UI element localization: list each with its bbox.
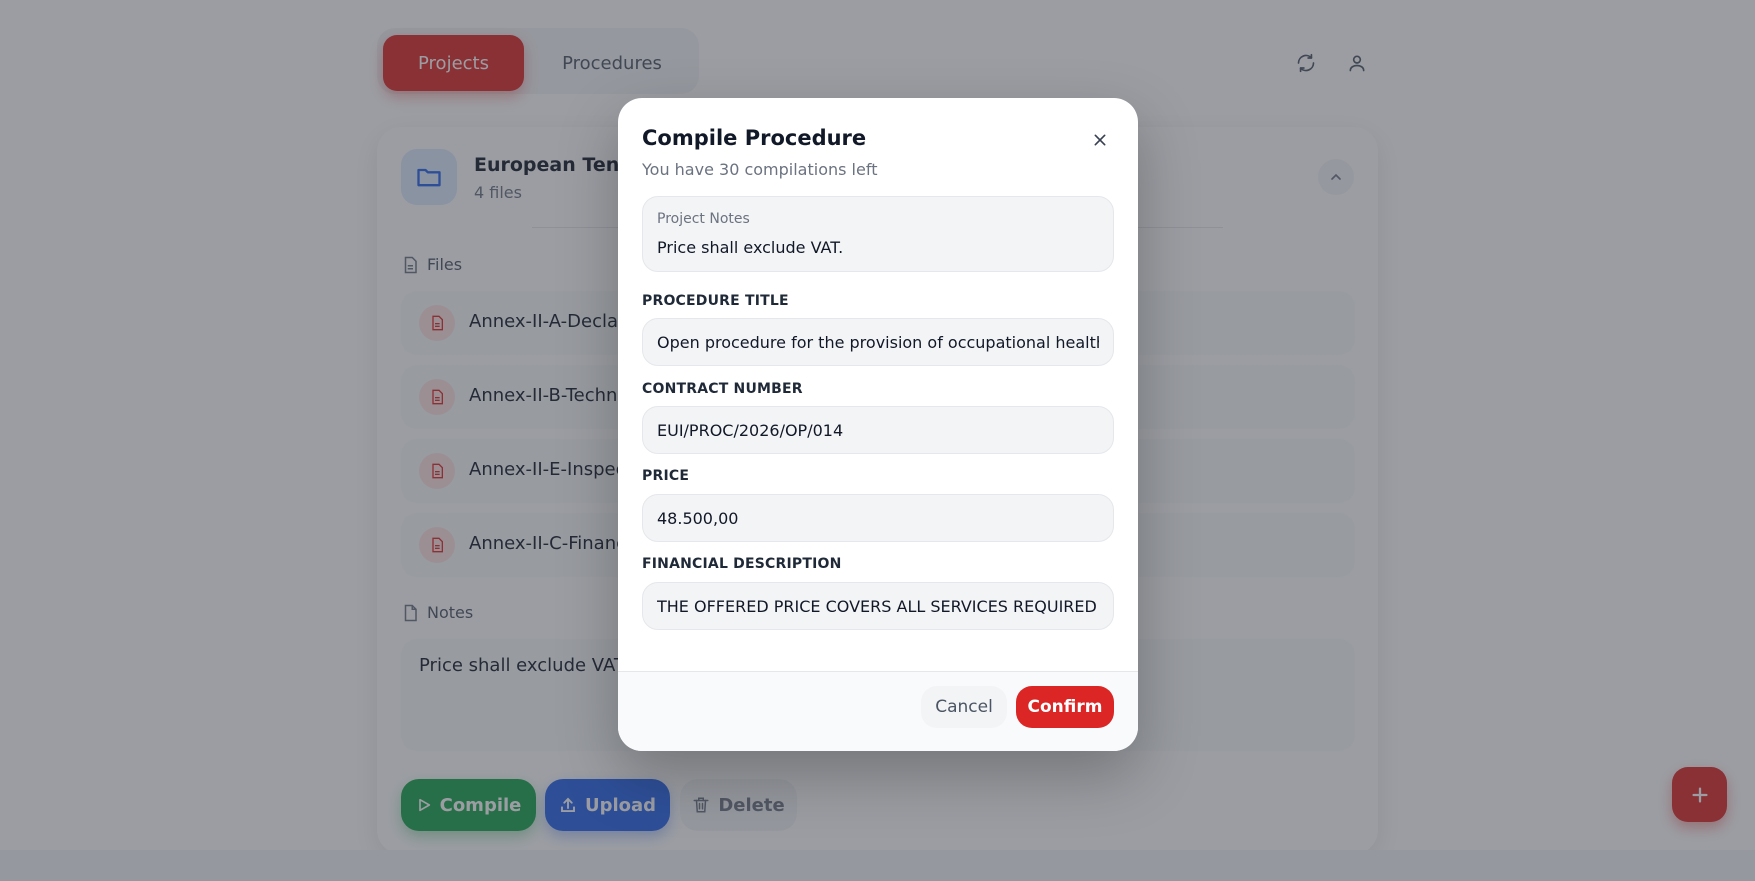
- confirm-button[interactable]: Confirm: [1016, 686, 1114, 728]
- price-label: PRICE: [642, 468, 690, 484]
- dialog-subtitle: You have 30 compilations left: [642, 160, 878, 179]
- project-notes-panel: Project Notes Price shall exclude VAT.: [642, 196, 1114, 272]
- close-icon[interactable]: [1086, 126, 1114, 154]
- project-notes-label: Project Notes: [657, 211, 750, 227]
- contract-number-label: CONTRACT NUMBER: [642, 381, 803, 397]
- compile-procedure-dialog: Compile Procedure You have 30 compilatio…: [618, 98, 1138, 751]
- price-input[interactable]: [642, 494, 1114, 542]
- project-notes-text: Price shall exclude VAT.: [657, 238, 844, 257]
- financial-description-input[interactable]: [642, 582, 1114, 630]
- procedure-title-input[interactable]: [642, 318, 1114, 366]
- financial-description-label: FINANCIAL DESCRIPTION: [642, 556, 842, 572]
- procedure-title-label: PROCEDURE TITLE: [642, 293, 789, 309]
- dialog-footer: Cancel Confirm: [618, 671, 1138, 751]
- dialog-title: Compile Procedure: [642, 126, 867, 150]
- contract-number-input[interactable]: [642, 406, 1114, 454]
- cancel-button[interactable]: Cancel: [921, 686, 1007, 728]
